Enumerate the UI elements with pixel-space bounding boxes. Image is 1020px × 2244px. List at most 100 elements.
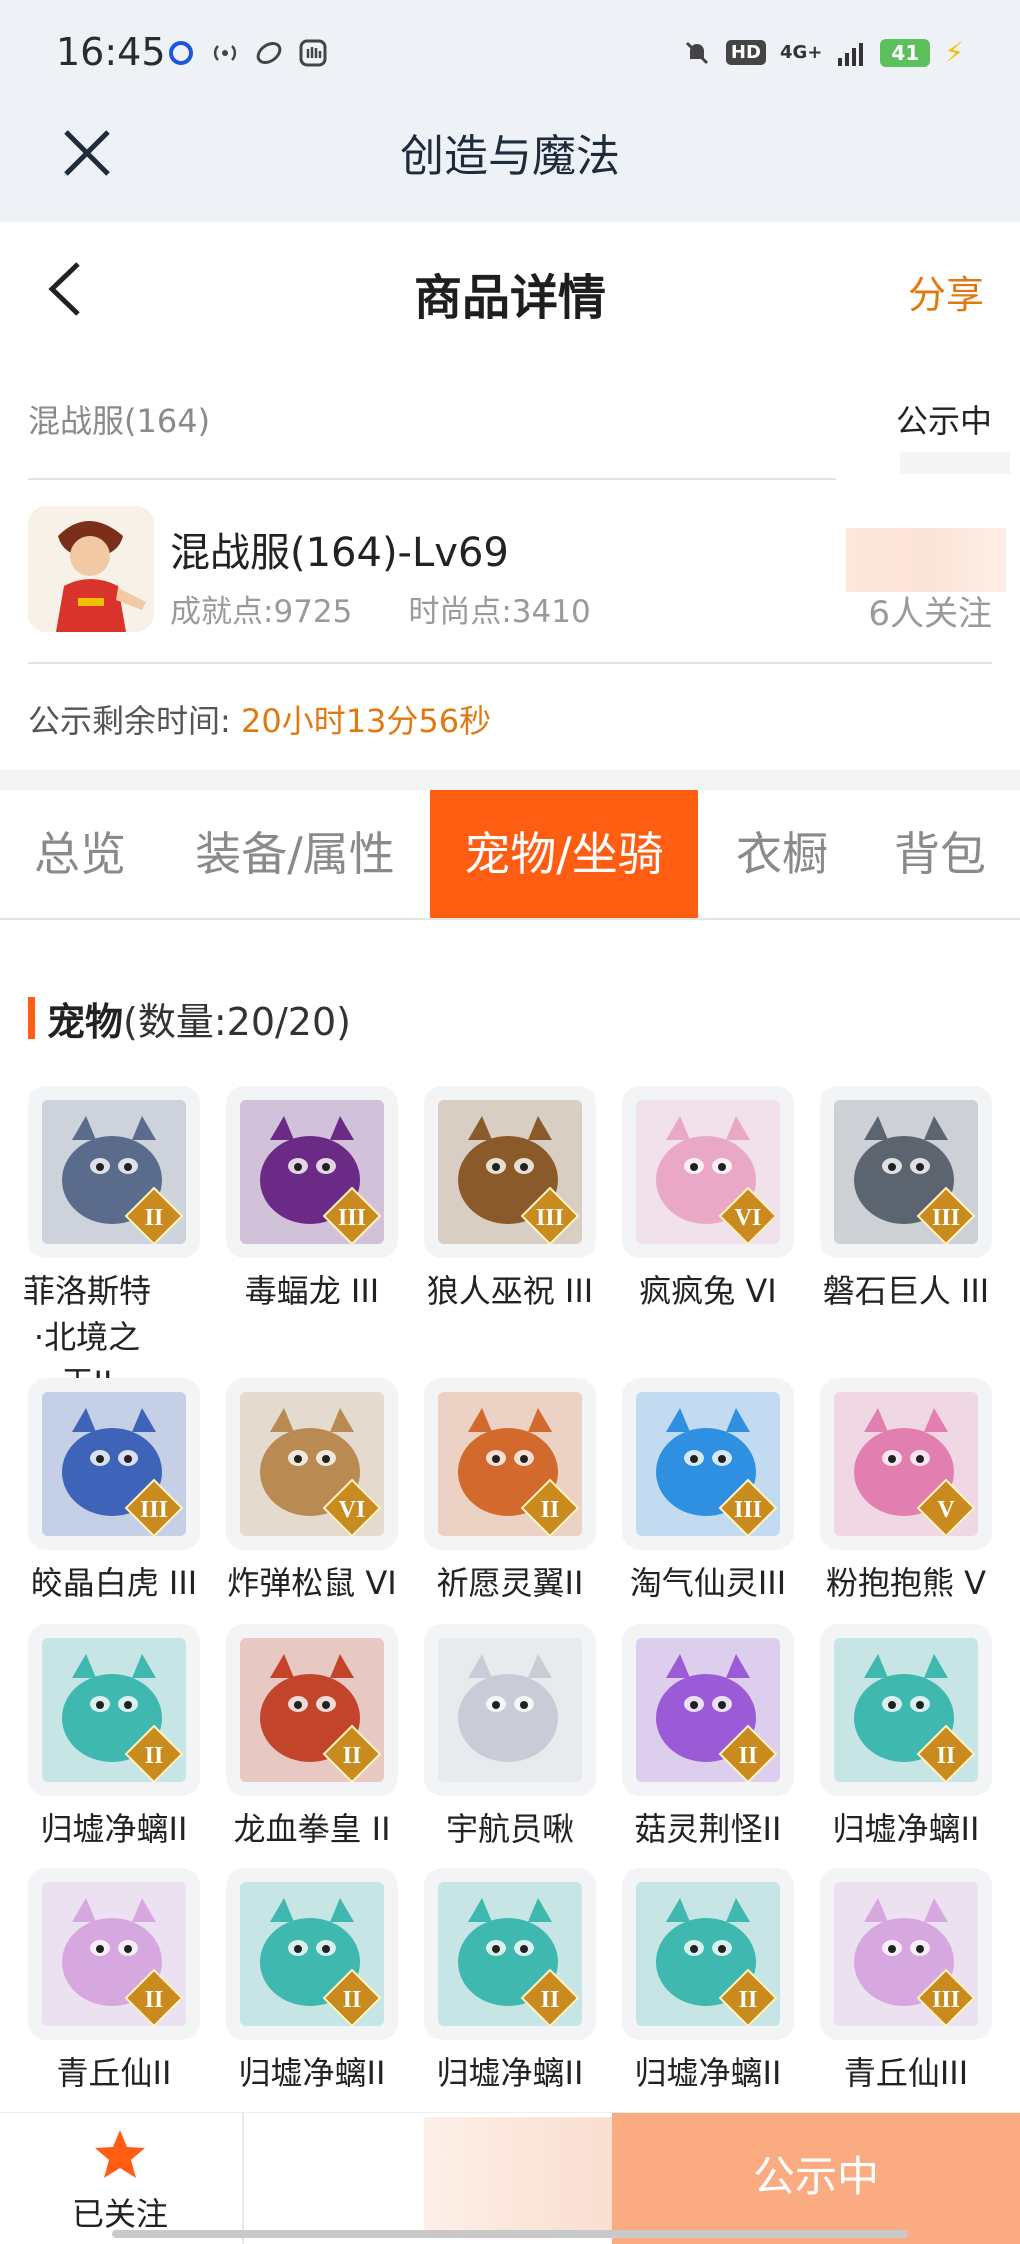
rock-giant-icon: III xyxy=(834,1100,978,1244)
wish-eagle-icon: II xyxy=(438,1392,582,1536)
pet-name: 龙血拳皇 II xyxy=(233,1810,391,1848)
pet-image: III xyxy=(424,1086,596,1258)
blurred-region xyxy=(424,2117,634,2237)
mushroom-sprite-icon: II xyxy=(636,1638,780,1782)
pets-title: 宠物 xyxy=(47,999,124,1044)
pet-tier-badge: III xyxy=(338,1205,366,1231)
record-dot-icon xyxy=(169,41,193,65)
fashion-points: 时尚点:3410 xyxy=(408,594,591,630)
pet-name: 磐石巨人 III xyxy=(822,1272,990,1310)
status-time: 16:45 xyxy=(56,30,166,74)
battery-indicator: 41 xyxy=(880,38,931,67)
status-left-icons xyxy=(166,38,328,68)
purple-bat-dragon-icon: III xyxy=(240,1100,384,1244)
pet-image: III xyxy=(820,1868,992,2040)
pet-image: II xyxy=(424,1378,596,1550)
silver-dragon-knight-icon: II xyxy=(42,1100,186,1244)
dragon-blood-boxer-icon: II xyxy=(240,1638,384,1782)
pet-image: III xyxy=(622,1378,794,1550)
page-title: 商品详情 xyxy=(413,270,606,326)
pet-name: 菇灵荆怪II xyxy=(634,1810,782,1848)
pet-image: II xyxy=(424,1868,596,2040)
tab-overview[interactable]: 总览 xyxy=(10,790,150,918)
pet-name: 青丘仙II xyxy=(56,2054,172,2092)
werewolf-shaman-icon: III xyxy=(438,1100,582,1244)
public-status-button[interactable]: 公示中 xyxy=(612,2113,1020,2244)
hand-app-icon xyxy=(299,39,327,67)
fox-fairy-icon: II xyxy=(42,1882,186,2026)
pet-tier-badge: VI xyxy=(735,1205,762,1231)
pet-image: V xyxy=(820,1378,992,1550)
section-gap xyxy=(0,770,1020,790)
pet-tier-badge: III xyxy=(932,1205,960,1231)
star-icon xyxy=(95,2130,145,2178)
pet-image xyxy=(424,1624,596,1796)
follow-label: 已关注 xyxy=(71,2195,168,2233)
pet-image: II xyxy=(820,1624,992,1796)
pink-rabbit-icon: VI xyxy=(636,1100,780,1244)
pet-tier-badge: II xyxy=(541,1987,560,2013)
blurred-price xyxy=(846,528,1006,592)
pet-image: II xyxy=(622,1868,794,2040)
tab-backpack[interactable]: 背包 xyxy=(870,790,1010,918)
follow-button[interactable]: 已关注 xyxy=(40,2113,200,2244)
pet-name: 宇航员啾 xyxy=(445,1810,574,1848)
leaf-app-icon xyxy=(256,41,282,65)
divider xyxy=(28,662,992,664)
teal-dragon-icon: II xyxy=(42,1638,186,1782)
countdown-label: 公示剩余时间: xyxy=(28,702,231,740)
character-stats: 成就点:9725 时尚点:3410 xyxy=(170,586,591,631)
crystal-white-tiger-icon: III xyxy=(42,1392,186,1536)
pet-image: II xyxy=(28,1868,200,2040)
status-right: HD 4G+ 41 ⚡ xyxy=(682,36,964,69)
countdown-value: 20小时13分56秒 xyxy=(240,702,492,740)
pet-name: 归墟净螭II xyxy=(238,2054,386,2092)
teal-dragon-icon: II xyxy=(438,1882,582,2026)
pet-image: II xyxy=(28,1086,200,1258)
server-row: 混战服(164) 公示中 xyxy=(28,392,992,452)
hotspot-icon xyxy=(213,45,237,61)
status-bar: 16:45 HD 4G+ 41 ⚡ xyxy=(0,0,1020,110)
server-name: 混战服(164) xyxy=(28,402,211,440)
pet-tier-badge: II xyxy=(937,1743,956,1769)
pet-name: 炸弹松鼠 VI xyxy=(227,1564,397,1602)
divider xyxy=(242,2113,244,2244)
astronaut-bird-icon xyxy=(438,1638,582,1782)
follower-count: 6人关注 xyxy=(868,594,992,634)
pet-name: 归墟净螭II xyxy=(832,1810,980,1848)
bottom-bar: 已关注 公示中 xyxy=(0,2112,1020,2244)
listing-status: 公示中 xyxy=(895,402,992,440)
pet-tier-badge: II xyxy=(739,1987,758,2013)
app-title: 创造与魔法 xyxy=(400,131,620,182)
pet-tier-badge: II xyxy=(739,1743,758,1769)
pet-image: III xyxy=(820,1086,992,1258)
pet-name: 归墟净螭II xyxy=(436,2054,584,2092)
pet-name: 祈愿灵翼II xyxy=(436,1564,584,1602)
teal-dragon-icon: II xyxy=(834,1638,978,1782)
pet-name: 粉抱抱熊 V xyxy=(825,1564,987,1602)
home-indicator xyxy=(112,2230,908,2238)
pets-section-title: 宠物 (数量:20/20) xyxy=(28,996,351,1044)
tab-equipment[interactable]: 装备/属性 xyxy=(180,790,410,918)
top-region: 16:45 HD 4G+ 41 ⚡ 创造与魔法 xyxy=(0,0,1020,222)
pet-tier-badge: II xyxy=(343,1987,362,2013)
character-name: 混战服(164)-Lv69 xyxy=(170,530,509,576)
section-accent-bar xyxy=(28,997,35,1039)
pet-name: 狼人巫祝 III xyxy=(426,1272,594,1310)
divider xyxy=(28,478,836,480)
pet-tier-badge: II xyxy=(343,1743,362,1769)
countdown: 公示剩余时间: 20小时13分56秒 xyxy=(28,696,491,742)
share-button[interactable]: 分享 xyxy=(908,264,984,319)
pet-tier-badge: III xyxy=(932,1987,960,2013)
tab-pets-mounts[interactable]: 宠物/坐骑 xyxy=(430,790,698,918)
character-row[interactable]: 混战服(164)-Lv69 成就点:9725 时尚点:3410 6人关注 xyxy=(28,506,1006,636)
pet-name: 归墟净螭II xyxy=(634,2054,782,2092)
pet-image: VI xyxy=(622,1086,794,1258)
mute-bell-icon xyxy=(685,41,708,64)
pink-hug-bear-icon: V xyxy=(834,1392,978,1536)
tab-wardrobe[interactable]: 衣橱 xyxy=(712,790,852,918)
pet-image: VI xyxy=(226,1378,398,1550)
pet-image: III xyxy=(226,1086,398,1258)
pet-tier-badge: V xyxy=(937,1497,955,1523)
fox-fairy-icon: III xyxy=(834,1882,978,2026)
